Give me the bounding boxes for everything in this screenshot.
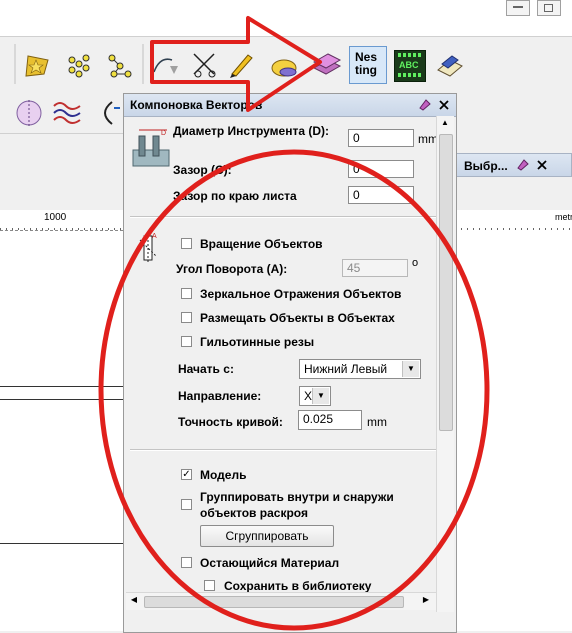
svg-text:A: A	[152, 233, 157, 240]
rotation-icon: A	[139, 232, 157, 264]
curve-precision-input[interactable]: 0.025	[298, 410, 362, 430]
group-inside-outside-checkbox[interactable]	[181, 499, 192, 510]
mirror-objects-label: Зеркальное Отражения Объектов	[200, 287, 402, 301]
rotation-angle-label: Угол Поворота (А):	[176, 262, 288, 276]
nesting-button[interactable]: Nes ting	[349, 46, 387, 84]
matrix-dots	[398, 53, 422, 57]
scroll-up-arrow[interactable]: ▲	[439, 118, 451, 130]
tool-diameter-unit: mm	[418, 132, 438, 146]
group-inside-outside-label-2: объектов раскроя	[200, 506, 308, 520]
pin-icon[interactable]	[516, 158, 530, 172]
remnant-material-label: Остающийся Материал	[200, 556, 340, 570]
mirror-shape-icon[interactable]	[14, 98, 44, 128]
start-from-label: Начать с:	[178, 362, 234, 376]
window-chrome	[0, 0, 572, 36]
restore-button[interactable]	[537, 0, 561, 16]
group-button[interactable]: Сгруппировать	[200, 525, 334, 547]
side-panel-title: Выбр...	[464, 159, 508, 173]
abc-icon-text: ABC	[399, 60, 419, 70]
curve-precision-unit: mm	[367, 415, 387, 429]
scroll-right-arrow[interactable]: ▶	[420, 595, 432, 607]
bracket-curve-icon[interactable]	[92, 98, 122, 128]
curve-arrow-icon[interactable]	[150, 52, 180, 80]
panel-header: Компоновка Векторов	[124, 94, 456, 117]
close-icon[interactable]	[536, 159, 548, 171]
node-grid-icon[interactable]	[64, 52, 94, 80]
pencil-icon[interactable]	[226, 50, 256, 80]
degree-unit: o	[412, 257, 419, 269]
guillotine-checkbox[interactable]	[181, 336, 192, 347]
hscroll-thumb[interactable]	[144, 596, 404, 608]
start-from-select[interactable]: Нижний Левый ▼	[299, 359, 421, 379]
section-separator	[130, 449, 436, 451]
print-sheet-icon[interactable]	[432, 50, 466, 80]
wave-lines-icon[interactable]	[52, 98, 82, 128]
place-in-objects-checkbox[interactable]	[181, 312, 192, 323]
horizontal-scrollbar[interactable]: ◀ ▶	[126, 592, 436, 610]
pin-icon[interactable]	[418, 98, 432, 112]
ruler-tick-label: 1000	[44, 212, 67, 223]
guillotine-label: Гильотинные резы	[200, 335, 315, 349]
scroll-thumb[interactable]	[439, 134, 453, 431]
group-inside-outside-label-1: Группировать внутри и снаружи	[200, 490, 394, 504]
close-icon[interactable]	[438, 99, 450, 111]
edge-gap-input[interactable]: 0	[348, 186, 414, 204]
direction-select[interactable]: X ▼	[299, 386, 331, 406]
direction-value: X	[304, 389, 313, 403]
remnant-material-checkbox[interactable]	[181, 557, 192, 568]
gap-input[interactable]: 0	[348, 160, 414, 178]
toolbar-separator	[14, 44, 16, 84]
matrix-dots	[398, 73, 422, 77]
toolbar-divider	[0, 133, 123, 134]
save-to-library-label: Сохранить в библиотеку	[224, 579, 372, 593]
canvas-left[interactable]	[0, 236, 123, 631]
rotate-objects-checkbox[interactable]	[181, 238, 192, 249]
model-label: Модель	[200, 468, 247, 482]
tool-diameter-input[interactable]: 0	[348, 129, 414, 147]
nesting-icon-label-2: ting	[355, 63, 377, 77]
side-panel-header: Выбр...	[455, 153, 572, 177]
fill-bucket-icon[interactable]	[268, 50, 302, 80]
ruler-unit-label: metr	[555, 212, 572, 222]
layers-icon[interactable]	[310, 50, 344, 80]
panel-title: Компоновка Векторов	[130, 98, 263, 112]
vector-nesting-panel: Компоновка Векторов D Диаметр Инструмент…	[123, 93, 457, 633]
cut-scissors-icon[interactable]	[190, 50, 220, 80]
toolbar-separator	[142, 44, 144, 84]
curve-precision-label: Точность кривой:	[178, 415, 283, 429]
model-checkbox[interactable]: ✓	[181, 469, 192, 480]
tool-diameter-icon: D	[132, 129, 170, 167]
tool-diameter-label: Диаметр Инструмента (D):	[173, 124, 329, 138]
mirror-objects-checkbox[interactable]	[181, 288, 192, 299]
scroll-left-arrow[interactable]: ◀	[128, 595, 140, 607]
minimize-button[interactable]	[506, 0, 530, 16]
place-in-objects-label: Размещать Объекты в Объектах	[200, 311, 395, 325]
direction-label: Направление:	[178, 389, 262, 403]
save-to-library-checkbox[interactable]	[204, 580, 215, 591]
rotation-angle-input[interactable]: 45	[342, 259, 408, 277]
edge-gap-label: Зазор по краю листа	[173, 189, 297, 203]
svg-text:D: D	[161, 130, 166, 137]
rotate-objects-label: Вращение Объектов	[200, 237, 323, 251]
sheet-body	[0, 398, 123, 544]
canvas-right[interactable]	[455, 230, 572, 631]
horizontal-ruler-right: metr	[455, 210, 572, 231]
section-separator	[130, 216, 436, 218]
tool-diameter-label-line: Диаметр Инструмента (D):	[173, 124, 333, 139]
chevron-down-icon: ▼	[312, 388, 329, 404]
start-from-value: Нижний Левый	[304, 362, 388, 376]
nesting-icon-label-1: Nes	[355, 50, 378, 64]
node-chain-icon[interactable]	[106, 52, 136, 80]
gap-label: Зазор (С):	[173, 163, 232, 177]
horizontal-ruler-left: 1000	[0, 210, 123, 231]
text-matrix-icon[interactable]: ABC	[394, 50, 426, 82]
chevron-down-icon: ▼	[402, 361, 419, 377]
vertical-scrollbar[interactable]: ▲	[436, 116, 454, 612]
star-node-icon[interactable]	[22, 52, 52, 80]
